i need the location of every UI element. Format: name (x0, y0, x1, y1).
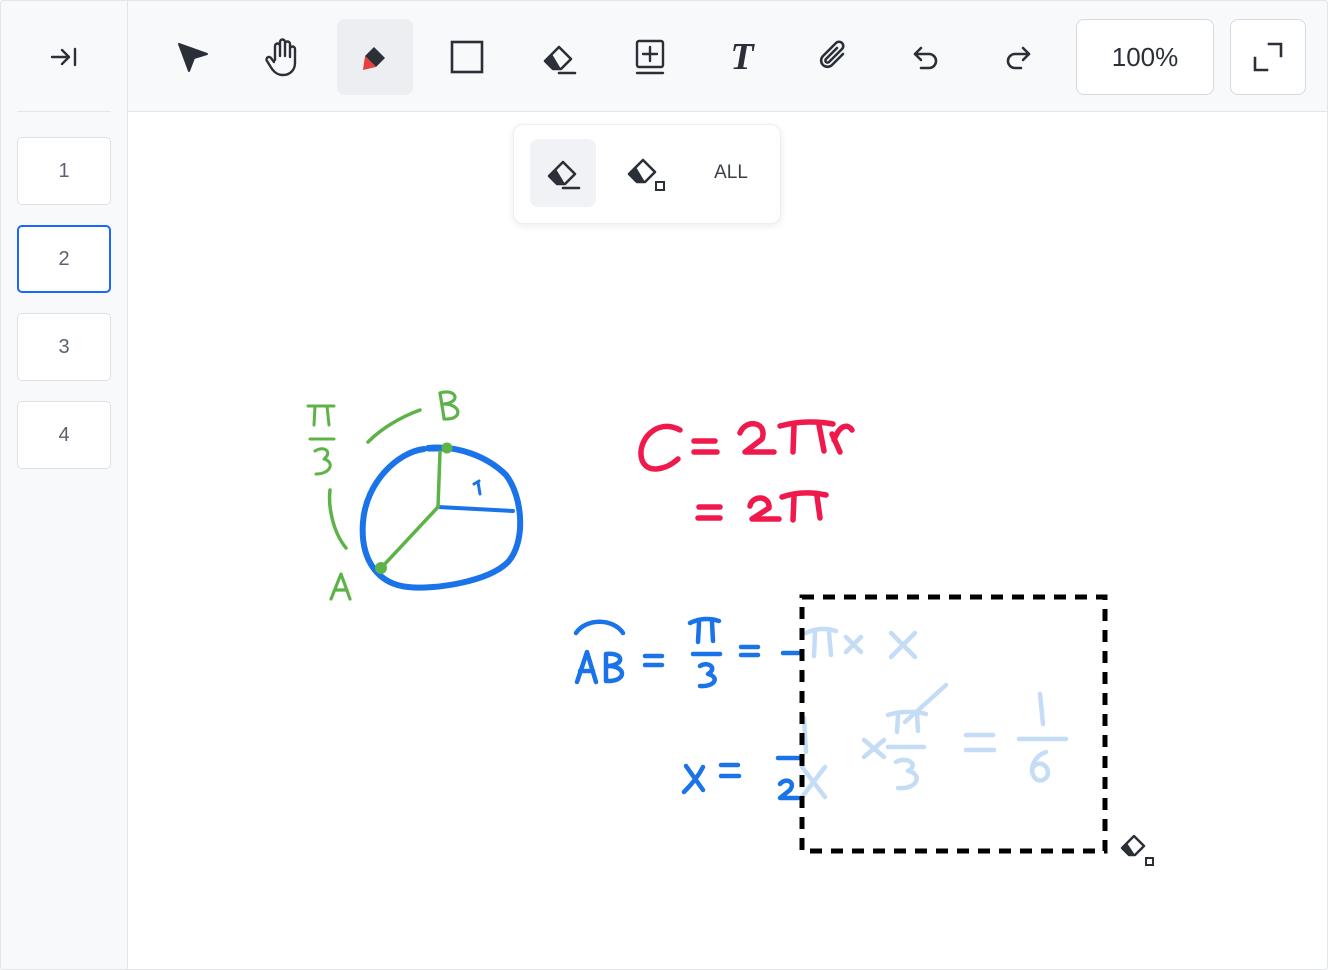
stroke-eraser-button[interactable] (530, 139, 596, 207)
circle-diagram (306, 390, 524, 601)
whiteboard-app: 1 2 3 4 T 100% ALL (0, 0, 1328, 970)
undo-button[interactable] (888, 19, 964, 95)
sidebar-divider (17, 111, 111, 112)
attach-tool-button[interactable] (796, 19, 872, 95)
erase-all-label: ALL (714, 162, 748, 183)
toolbar: T 100% (128, 1, 1327, 112)
eraser-selection-box (799, 594, 1108, 854)
paperclip-icon (819, 40, 845, 69)
area-eraser-icon (627, 158, 665, 191)
area-eraser-button[interactable] (614, 139, 680, 207)
erase-all-button[interactable]: ALL (694, 139, 768, 207)
add-box-tool-button[interactable] (612, 19, 688, 95)
formula-red (638, 419, 855, 523)
page-thumb-2[interactable]: 2 (17, 225, 111, 293)
page-number: 4 (58, 423, 70, 446)
drawing-canvas[interactable]: ALL (128, 112, 1327, 969)
pen-tool-button[interactable] (337, 19, 413, 95)
fullscreen-button[interactable] (1230, 19, 1306, 95)
add-box-icon (635, 39, 665, 75)
rectangle-tool-button[interactable] (429, 19, 505, 95)
eraser-icon (543, 45, 577, 75)
formula-blue (573, 616, 804, 801)
formula-blue-erased (799, 626, 1069, 800)
pointer-arrow-icon (178, 43, 208, 72)
collapse-sidebar-icon (50, 47, 77, 67)
page-number: 3 (58, 335, 70, 358)
undo-icon (913, 46, 938, 70)
area-eraser-cursor-icon (1120, 834, 1154, 866)
page-number: 2 (58, 247, 70, 270)
hand-tool-button[interactable] (245, 19, 321, 95)
zoom-level-button[interactable]: 100% (1076, 19, 1214, 95)
text-icon: T (730, 36, 754, 78)
page-thumb-3[interactable]: 3 (17, 313, 111, 381)
pages-sidebar: 1 2 3 4 (1, 1, 128, 969)
redo-button[interactable] (980, 19, 1056, 95)
page-number: 1 (58, 159, 70, 182)
eraser-icon (547, 160, 581, 190)
select-tool-button[interactable] (154, 19, 230, 95)
hand-icon (265, 38, 297, 77)
fullscreen-icon (1253, 42, 1283, 72)
eraser-tool-button[interactable] (520, 19, 596, 95)
rectangle-icon (450, 40, 484, 74)
redo-icon (1006, 46, 1031, 70)
page-thumb-4[interactable]: 4 (17, 401, 111, 469)
canvas-drawing (306, 390, 1154, 866)
page-thumb-1[interactable]: 1 (17, 137, 111, 205)
eraser-options-popover: ALL (513, 124, 781, 224)
text-tool-button[interactable]: T (704, 19, 780, 95)
zoom-level-value: 100% (1111, 41, 1179, 72)
collapse-sidebar-button[interactable] (41, 39, 87, 75)
pen-icon (363, 47, 385, 70)
